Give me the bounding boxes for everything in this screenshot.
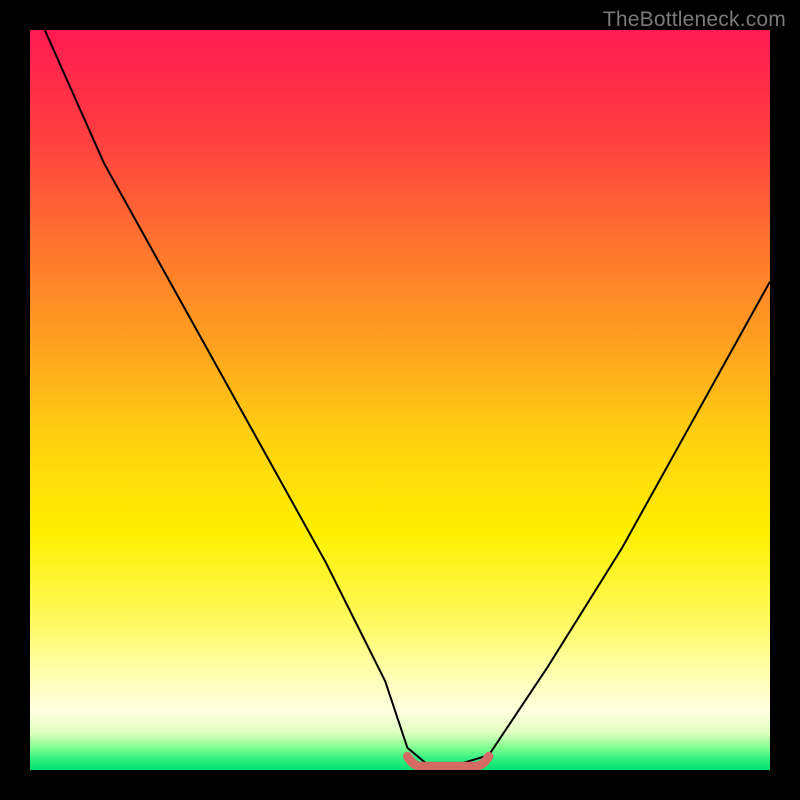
gradient-background: [30, 30, 770, 770]
watermark-text: TheBottleneck.com: [603, 8, 786, 32]
chart-frame: TheBottleneck.com: [0, 0, 800, 800]
